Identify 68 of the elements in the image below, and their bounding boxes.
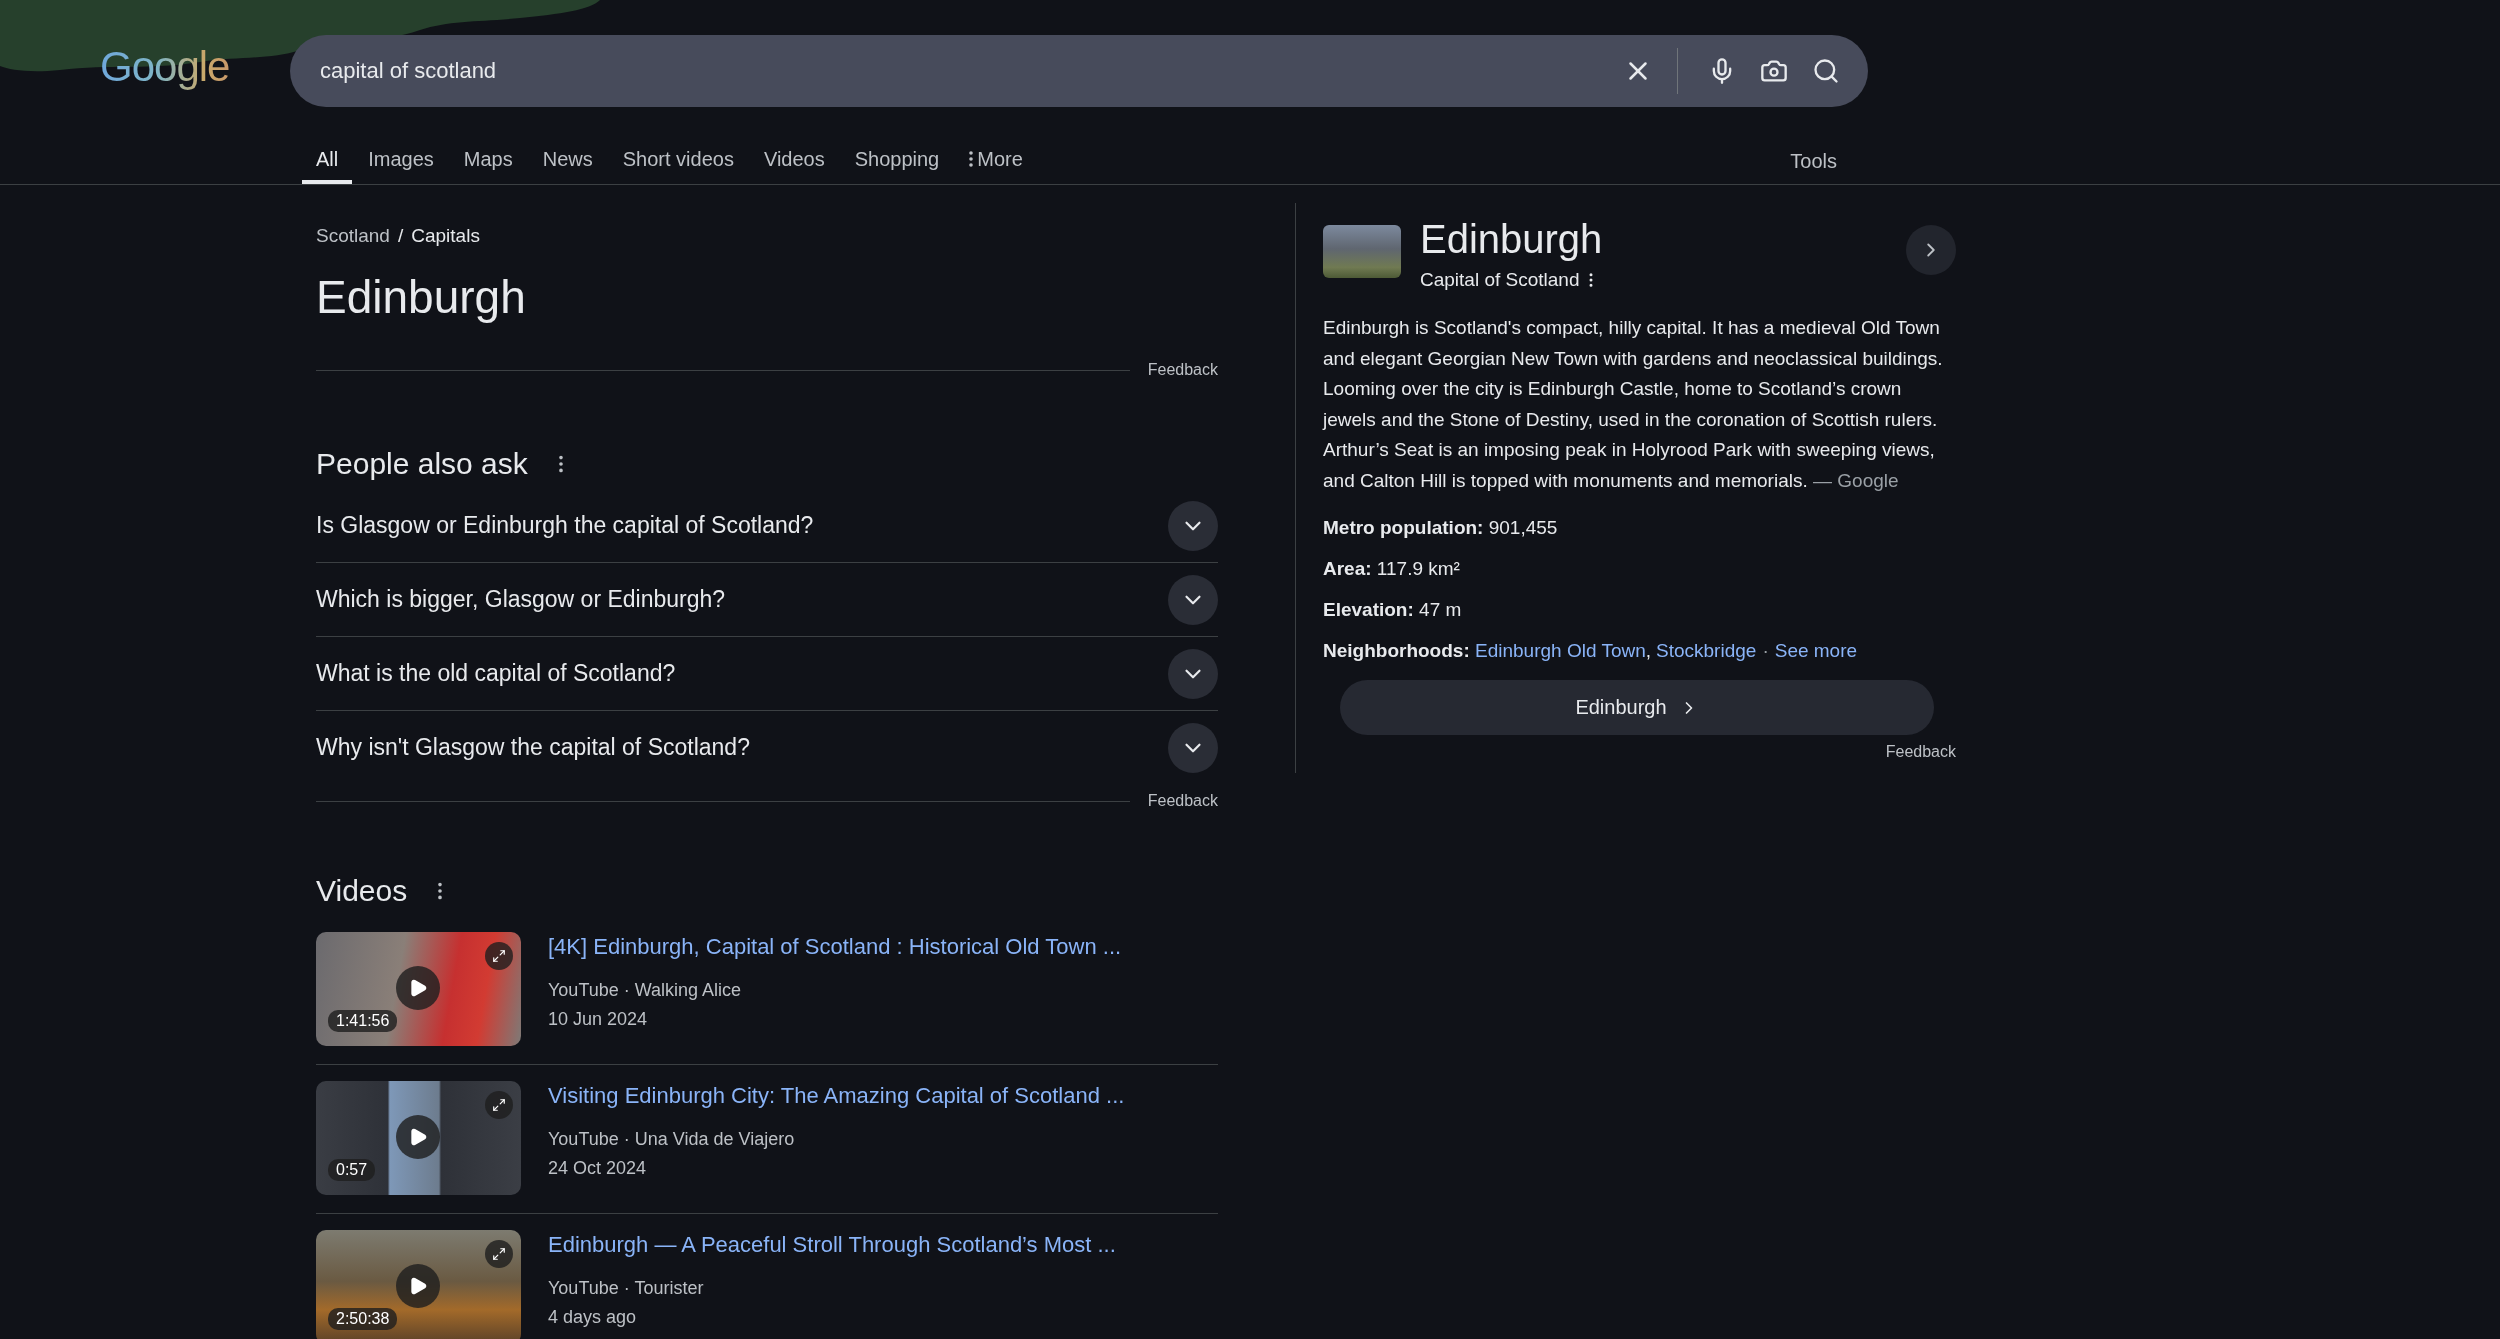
neighborhood-link[interactable]: Edinburgh Old Town xyxy=(1475,640,1646,661)
video-duration: 0:57 xyxy=(328,1159,376,1181)
feedback-link[interactable]: Feedback xyxy=(1885,743,1956,761)
fact-label: Neighborhoods: xyxy=(1323,640,1470,661)
video-title-link[interactable]: Edinburgh — A Peaceful Stroll Through Scotland’s Most ... xyxy=(548,1232,1116,1258)
feedback-link[interactable]: Feedback xyxy=(1147,792,1218,810)
expand-icon[interactable] xyxy=(485,1091,513,1119)
feedback-link[interactable]: Feedback xyxy=(1147,361,1218,379)
neighborhood-link[interactable]: Stockbridge xyxy=(1656,640,1757,661)
separator-text: , xyxy=(1645,640,1652,661)
fact-value: 47 m xyxy=(1419,599,1462,620)
fact-label: Elevation: xyxy=(1323,599,1414,620)
expand-icon[interactable] xyxy=(485,942,513,970)
search-tab[interactable]: Videos xyxy=(749,142,839,184)
description-text: Edinburgh is Scotland's compact, hilly capital. It has a medieval Old Town and elegant Georgian New Town with gardens and neoclassical buildings. Looming over the city is Edinburgh Castle, home to Scotland’s crown jewels and the Stone of Destiny, used in the coronation of Scottish rulers. Arthur’s Seat is an imposing peak in Holyrood Park with sweeping views, and Calton Hill is topped with monuments and memorials. — Google xyxy=(1323,316,1944,493)
search-icon[interactable] xyxy=(1812,57,1840,85)
expand-button[interactable] xyxy=(1168,500,1218,551)
expand-button[interactable] xyxy=(1168,648,1218,699)
expand-button[interactable] xyxy=(1168,574,1218,625)
fact-label: Area: xyxy=(1323,558,1372,579)
video-thumbnail-placeholder[interactable]: 1:41:56 xyxy=(316,932,521,1046)
video-date: 24 Oct 2024 xyxy=(548,1158,648,1179)
search-tab[interactable]: Maps xyxy=(449,142,527,184)
fact-value: 901,455 xyxy=(1488,517,1558,538)
search-tab[interactable]: Shopping xyxy=(840,142,954,184)
tools-button[interactable]: Tools xyxy=(1790,142,1837,184)
panel-title: Edinburgh xyxy=(1420,216,1604,263)
video-source: YouTube · Tourister xyxy=(548,1278,705,1299)
source-link[interactable]: — Google xyxy=(1813,469,1899,491)
video-duration: 1:41:56 xyxy=(328,1010,398,1032)
video-title-link[interactable]: Visiting Edinburgh City: The Amazing Capital of Scotland ... xyxy=(548,1083,1125,1109)
search-tab[interactable]: Short videos xyxy=(608,142,748,184)
play-icon[interactable] xyxy=(396,966,440,1010)
breadcrumb-link[interactable]: Scotland xyxy=(316,225,390,247)
breadcrumb-separator: / xyxy=(397,225,404,247)
expand-button[interactable] xyxy=(1168,722,1218,773)
question-text[interactable]: Is Glasgow or Edinburgh the capital of Scotland? xyxy=(316,512,814,539)
video-thumbnail-placeholder[interactable]: 0:57 xyxy=(316,1081,521,1195)
video-duration: 2:50:38 xyxy=(328,1308,398,1330)
fact-label: Metro population: xyxy=(1323,517,1484,538)
video-title-link[interactable]: [4K] Edinburgh, Capital of Scotland : Historical Old Town ... xyxy=(548,934,1122,960)
search-input[interactable]: capital of scotland xyxy=(318,57,1593,85)
search-tab[interactable]: News xyxy=(528,142,607,184)
separator-text: · xyxy=(1762,640,1769,661)
fact-value: 117.9 km² xyxy=(1376,558,1460,579)
section-heading: Videos xyxy=(316,874,408,908)
search-tab[interactable]: Images xyxy=(354,142,448,184)
panel-subtitle: Capital of Scotland xyxy=(1420,269,1580,291)
play-icon[interactable] xyxy=(396,1264,440,1308)
play-icon[interactable] xyxy=(396,1115,440,1159)
video-source: YouTube · Walking Alice xyxy=(548,980,743,1001)
search-tab[interactable]: All xyxy=(302,142,353,184)
more-icon xyxy=(969,151,974,167)
answer-title: Edinburgh xyxy=(316,270,527,325)
video-thumbnail-placeholder[interactable]: 2:50:38 xyxy=(316,1230,521,1339)
question-text[interactable]: Which is bigger, Glasgow or Edinburgh? xyxy=(316,586,726,613)
video-date: 4 days ago xyxy=(548,1307,638,1328)
expand-icon[interactable] xyxy=(485,1240,513,1268)
question-text[interactable]: Why isn't Glasgow the capital of Scotland? xyxy=(316,734,750,761)
search-field[interactable]: capital of scotland xyxy=(290,35,1868,107)
section-heading: People also ask xyxy=(316,447,528,481)
video-date: 10 Jun 2024 xyxy=(548,1009,649,1030)
more-menu-tab[interactable]: More xyxy=(955,142,1037,184)
edinburgh-button[interactable]: Edinburgh xyxy=(1340,680,1934,735)
neighborhood-link[interactable]: See more xyxy=(1774,640,1858,661)
breadcrumb-current: Capitals xyxy=(411,225,480,247)
question-text[interactable]: What is the old capital of Scotland? xyxy=(316,660,676,687)
video-source: YouTube · Una Vida de Viajero xyxy=(548,1129,796,1150)
